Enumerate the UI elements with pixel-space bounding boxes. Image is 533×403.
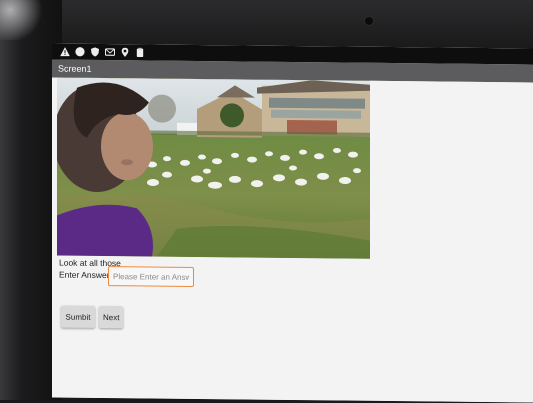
mail-icon: [105, 47, 115, 57]
bezel-glare: [0, 0, 45, 40]
front-camera: [364, 16, 374, 26]
next-button[interactable]: Next: [99, 305, 123, 329]
warning-icon: [60, 47, 70, 57]
screen-content: Look at all those _____ Enter Answer Sum…: [52, 77, 533, 403]
tablet-bezel-top: [0, 0, 533, 48]
submit-button[interactable]: Sumbit: [61, 305, 95, 328]
video-player[interactable]: [57, 77, 370, 259]
enter-answer-label: Enter Answer: [59, 269, 110, 281]
tablet-screen: Screen1 Look at all those _____ Enter An…: [52, 43, 533, 403]
app-title: Screen1: [58, 63, 92, 74]
shield-icon: [90, 47, 100, 57]
clipboard-icon: [135, 47, 145, 58]
circle-icon: [75, 47, 85, 57]
device-photo-background: Screen1 Look at all those _____ Enter An…: [0, 0, 533, 403]
video-frame-image: [57, 77, 370, 259]
location-icon: [120, 47, 130, 57]
answer-input[interactable]: [108, 266, 194, 287]
